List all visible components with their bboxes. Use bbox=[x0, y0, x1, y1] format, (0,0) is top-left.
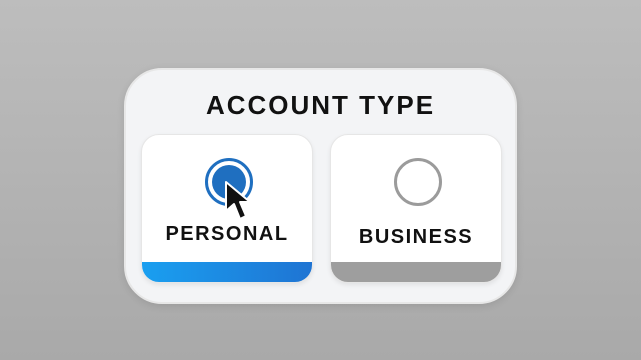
personal-selected-bar bbox=[142, 262, 312, 282]
business-option-card[interactable]: BUSINESS bbox=[330, 134, 502, 283]
business-option-label: BUSINESS bbox=[358, 226, 474, 248]
account-type-panel: ACCOUNT TYPE PERSONAL BUSINESS bbox=[124, 68, 517, 304]
account-type-title: ACCOUNT TYPE bbox=[205, 90, 436, 120]
business-unselected-bar bbox=[331, 262, 501, 282]
mouse-pointer-icon bbox=[225, 181, 251, 220]
personal-option-label: PERSONAL bbox=[165, 223, 289, 245]
business-radio-button[interactable] bbox=[394, 158, 442, 206]
